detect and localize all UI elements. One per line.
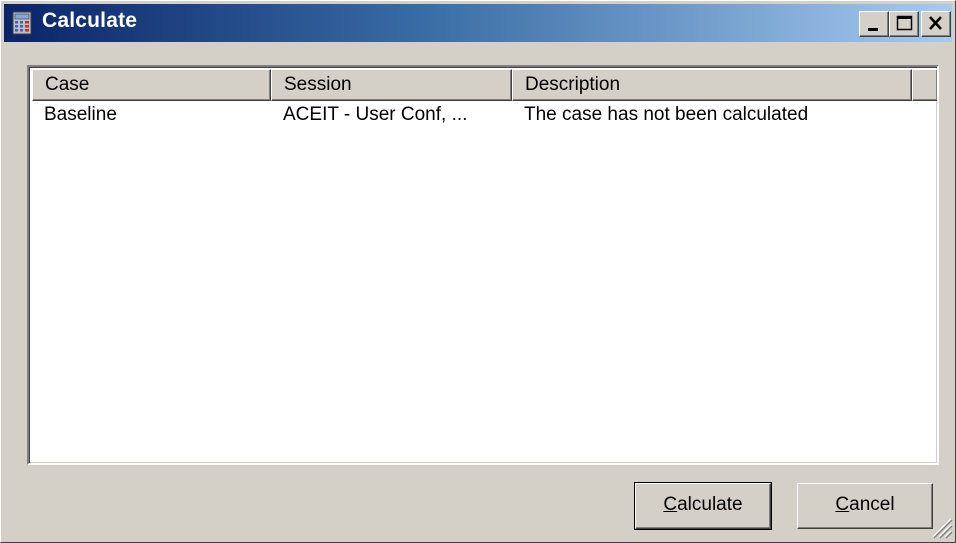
cancel-accel: C — [835, 494, 850, 515]
calculate-button[interactable]: Calculate — [634, 482, 772, 530]
calculate-dialog: Calculate Case Session Description Basel… — [0, 0, 956, 543]
window-title: Calculate — [42, 9, 138, 32]
cancel-button[interactable]: Cancel — [797, 483, 933, 529]
minimize-icon — [868, 28, 878, 31]
row-description: The case has not been calculated — [524, 104, 809, 125]
calculate-label: alculate — [677, 494, 743, 515]
cancel-label: ancel — [849, 494, 895, 515]
title-bar[interactable]: Calculate — [4, 4, 952, 42]
calculator-icon — [12, 11, 32, 35]
column-header-case[interactable]: Case — [32, 69, 271, 101]
close-button[interactable] — [921, 11, 951, 37]
list-row[interactable]: Baseline ACEIT - User Conf, ... The case… — [32, 104, 932, 132]
resize-grip-icon[interactable] — [929, 515, 953, 539]
column-header-description[interactable]: Description — [512, 69, 912, 101]
row-session: ACEIT - User Conf, ... — [283, 104, 468, 125]
calculate-accel: C — [663, 494, 678, 515]
list-header: Case Session Description — [32, 69, 937, 101]
maximize-button[interactable] — [889, 11, 919, 37]
column-header-session[interactable]: Session — [271, 69, 512, 101]
column-header-filler — [912, 69, 937, 101]
maximize-icon — [896, 15, 913, 31]
row-case: Baseline — [44, 104, 117, 125]
minimize-button[interactable] — [859, 11, 889, 37]
case-list[interactable]: Case Session Description Baseline ACEIT … — [27, 65, 939, 465]
close-icon — [929, 16, 942, 30]
